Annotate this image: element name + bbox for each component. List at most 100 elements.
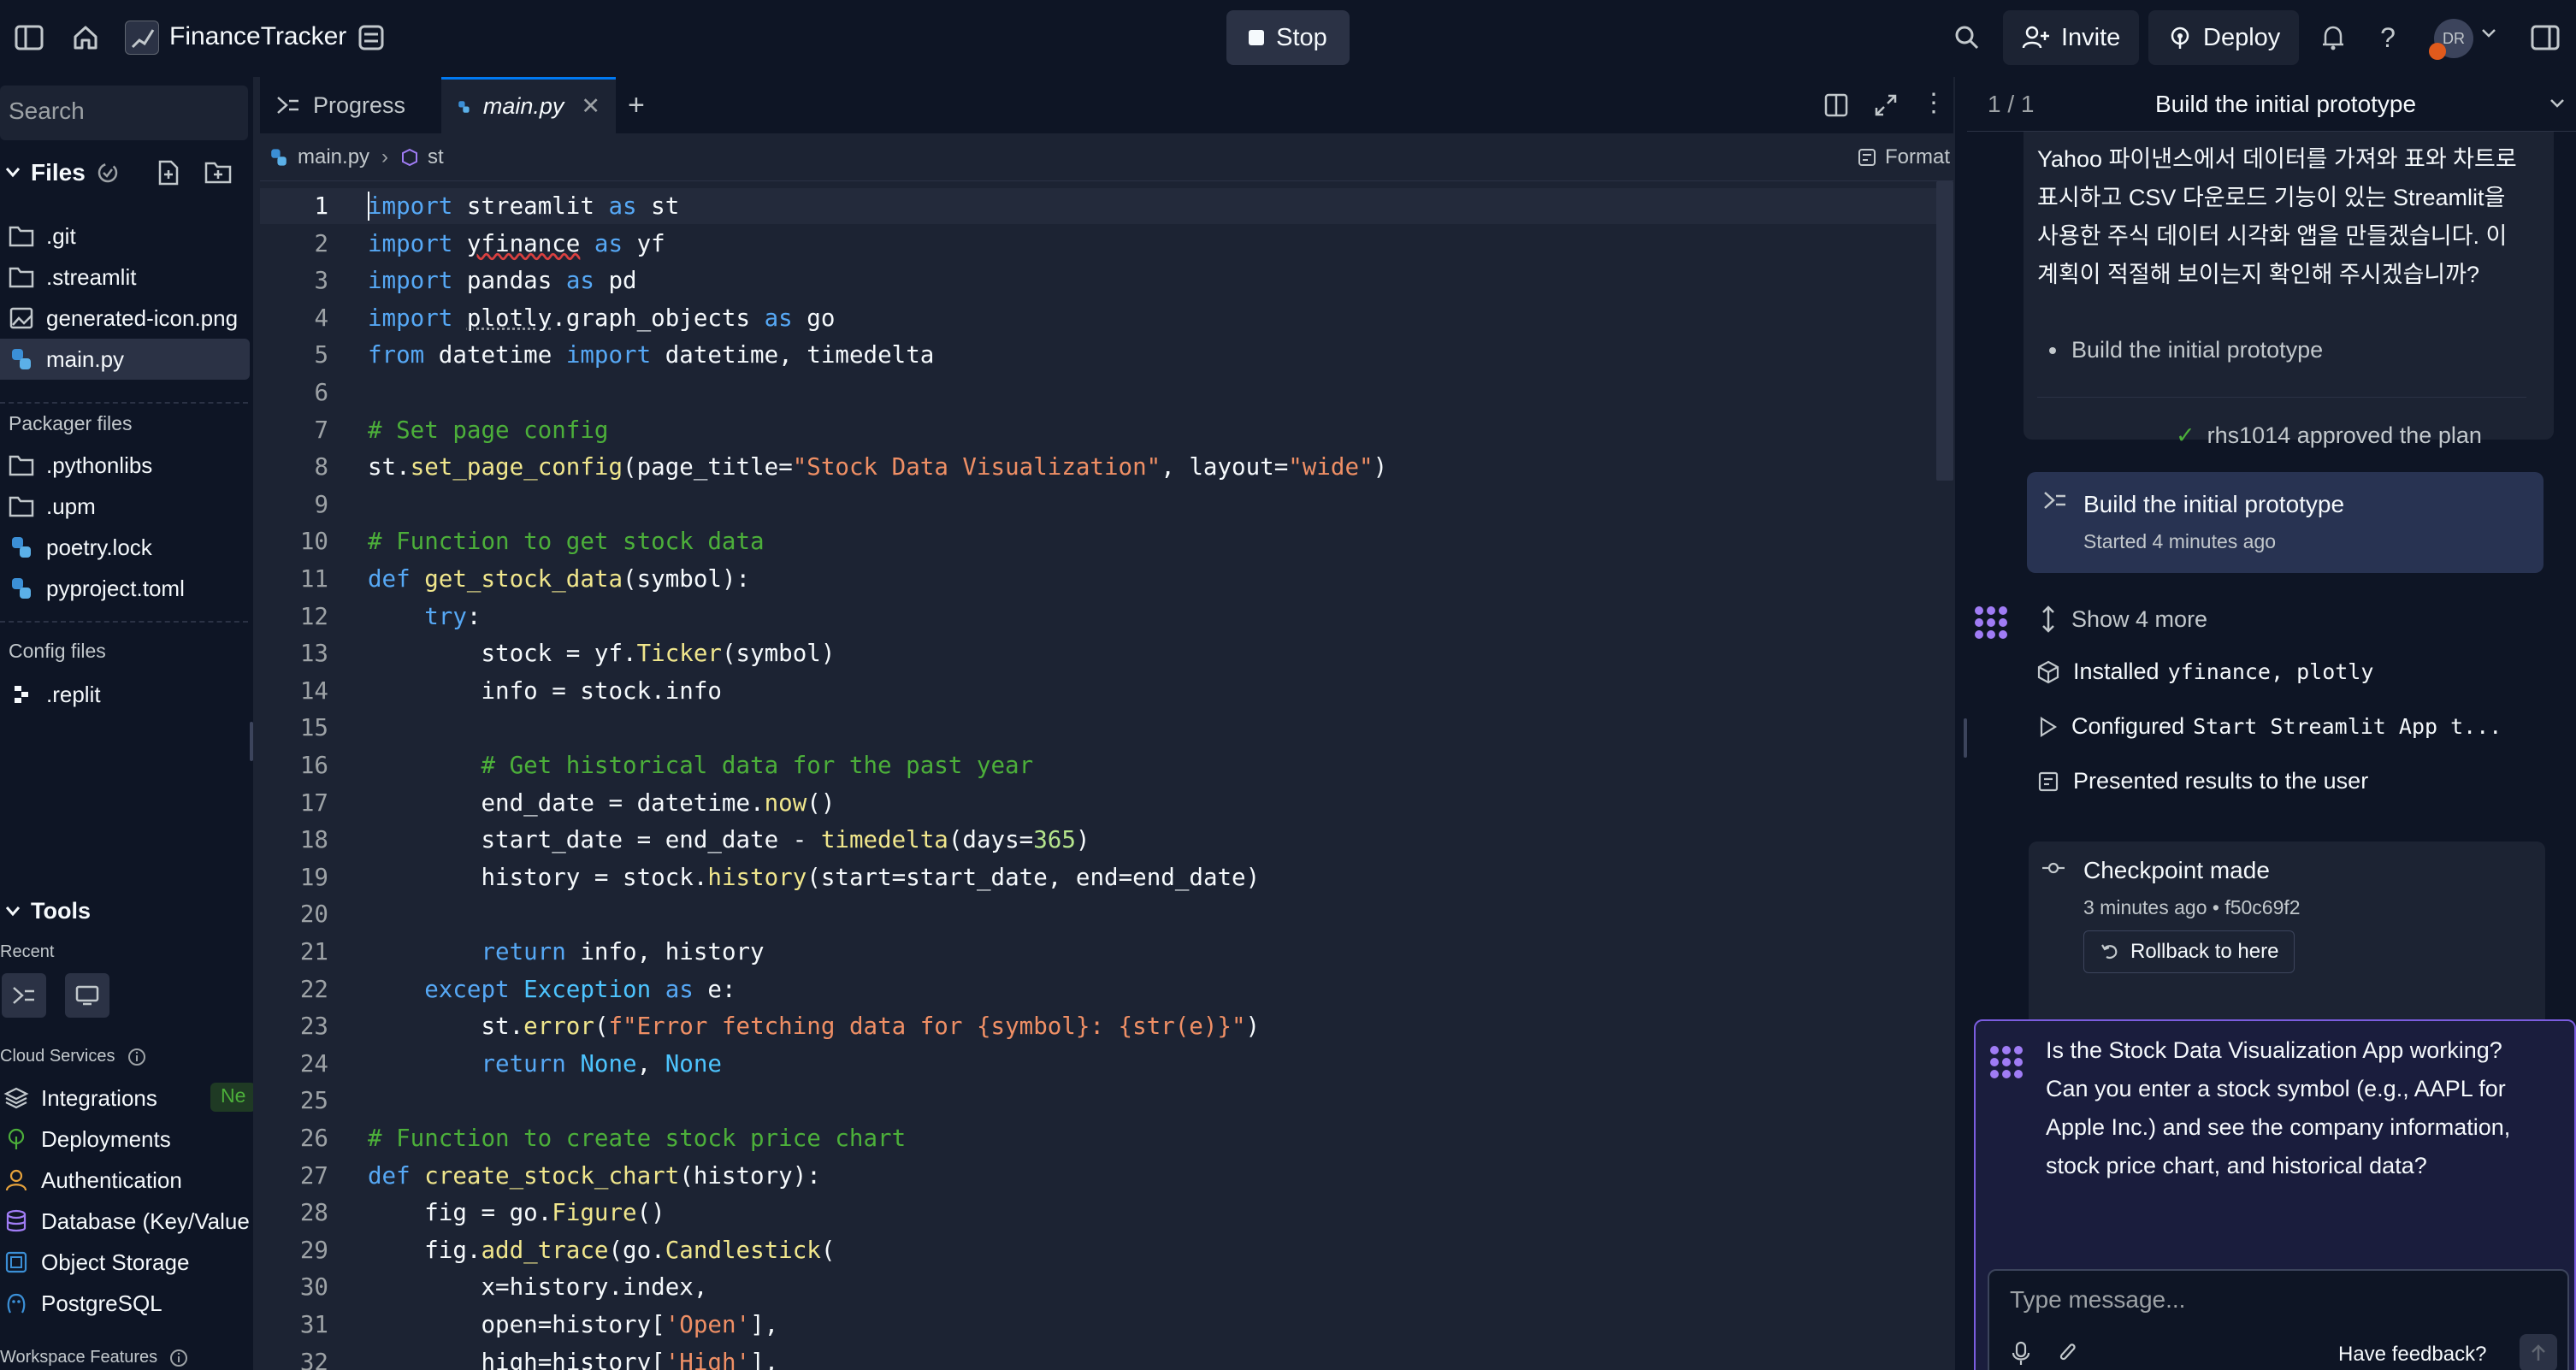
bell-icon[interactable]: [2314, 19, 2352, 56]
breadcrumb-symbol[interactable]: st: [428, 145, 444, 169]
files-section-header[interactable]: Files: [5, 159, 120, 186]
code-line[interactable]: 20: [260, 896, 1936, 932]
progress-icon: [13, 987, 34, 1004]
code-line[interactable]: 14 info = stock.info: [260, 673, 1936, 709]
deploy-button[interactable]: Deploy: [2148, 10, 2300, 65]
panel-toggle-icon[interactable]: [2526, 19, 2564, 56]
service-deployments[interactable]: Deployments: [0, 1119, 250, 1160]
editor-scrollbar[interactable]: [1936, 181, 1953, 481]
progress-icon: [2044, 492, 2065, 509]
code-line[interactable]: 11 def get_stock_data(symbol):: [260, 561, 1936, 597]
help-icon[interactable]: ?: [2369, 19, 2407, 56]
code-line[interactable]: 9: [260, 487, 1936, 523]
close-icon[interactable]: ✕: [581, 93, 600, 120]
code-line[interactable]: 31 open=history['Open'],: [260, 1307, 1936, 1343]
line-number: 23: [299, 1013, 328, 1041]
code-line[interactable]: 30 x=history.index,: [260, 1269, 1936, 1305]
service-database-kv[interactable]: Database (Key/Value: [0, 1201, 250, 1242]
code-line[interactable]: 15: [260, 710, 1936, 746]
file-item-generated-icon[interactable]: generated-icon.png: [0, 298, 250, 339]
cloud-services-header: Cloud Services: [0, 1047, 146, 1066]
code-line[interactable]: 4 import plotly.graph_objects as go: [260, 300, 1936, 336]
file-item-replit[interactable]: .replit: [0, 674, 250, 715]
file-item-git[interactable]: .git: [0, 216, 250, 257]
new-badge: Ne: [210, 1083, 253, 1112]
new-file-icon[interactable]: [156, 159, 181, 186]
file-item-pythonlibs[interactable]: .pythonlibs: [0, 445, 250, 486]
code-line[interactable]: 7 # Set page config: [260, 412, 1936, 448]
rollback-button[interactable]: Rollback to here: [2083, 930, 2295, 973]
code-line[interactable]: 12 try:: [260, 599, 1936, 635]
feedback-link[interactable]: Have feedback?: [2338, 1343, 2486, 1367]
sidebar-toggle-icon[interactable]: [10, 19, 48, 56]
tab-progress[interactable]: Progress: [260, 77, 441, 133]
code-line[interactable]: 23 st.error(f"Error fetching data for {s…: [260, 1008, 1936, 1044]
file-item-pyproject-toml[interactable]: pyproject.toml: [0, 568, 250, 609]
line-number: 4: [314, 304, 328, 332]
file-item-upm[interactable]: .upm: [0, 486, 250, 527]
code-line[interactable]: 1 import streamlit as st: [260, 188, 1936, 224]
search-icon[interactable]: [1948, 19, 1986, 56]
message-input[interactable]: Type message... Have feedback?: [1988, 1269, 2569, 1370]
line-number: 12: [299, 602, 328, 630]
code-line[interactable]: 13 stock = yf.Ticker(symbol): [260, 635, 1936, 671]
breadcrumb-file[interactable]: main.py: [298, 145, 369, 169]
service-authentication[interactable]: Authentication: [0, 1160, 250, 1201]
more-options-icon[interactable]: ⋮: [1921, 91, 1947, 116]
file-item-poetry-lock[interactable]: poetry.lock: [0, 527, 250, 568]
search-input[interactable]: Search: [0, 86, 248, 140]
code-line[interactable]: 16 # Get historical data for the past ye…: [260, 747, 1936, 783]
code-editor[interactable]: 1 import streamlit as st 2 import yfinance …: [260, 186, 1936, 1370]
file-item-main-py[interactable]: main.py: [0, 339, 250, 380]
recent-tool-webview[interactable]: [65, 973, 109, 1018]
code-line[interactable]: 32 high=history['High'],: [260, 1344, 1936, 1370]
code-line[interactable]: 25: [260, 1083, 1936, 1119]
app-name[interactable]: FinanceTracker: [169, 22, 346, 51]
python-icon: [458, 100, 470, 113]
code-line[interactable]: 5 from datetime import datetime, timedelt…: [260, 337, 1936, 373]
show-more-button[interactable]: Show 4 more: [2039, 605, 2207, 633]
format-icon: [1858, 149, 1876, 166]
expand-icon[interactable]: [1873, 92, 1899, 118]
config-files-header: Config files: [9, 640, 106, 662]
chevron-down-icon[interactable]: [2480, 27, 2497, 39]
service-object-storage[interactable]: Object Storage: [0, 1242, 250, 1283]
configured-item[interactable]: Configured Start Streamlit App t...: [2037, 713, 2502, 740]
code-line[interactable]: 29 fig.add_trace(go.Candlestick(: [260, 1232, 1936, 1268]
home-icon[interactable]: [67, 19, 104, 56]
new-folder-icon[interactable]: [204, 159, 233, 185]
file-item-streamlit[interactable]: .streamlit: [0, 257, 250, 298]
sidebar-resize-handle[interactable]: [250, 722, 253, 761]
code-line[interactable]: 26 # Function to create stock price chart: [260, 1120, 1936, 1156]
code-line[interactable]: 8 st.set_page_config(page_title="Stock Da…: [260, 449, 1936, 485]
code-line[interactable]: 21 return info, history: [260, 934, 1936, 970]
code-line[interactable]: 2 import yfinance as yf: [260, 226, 1936, 262]
service-postgresql[interactable]: PostgreSQL: [0, 1283, 250, 1324]
code-line[interactable]: 27 def create_stock_chart(history):: [260, 1158, 1936, 1194]
send-button[interactable]: [2520, 1334, 2557, 1370]
code-line[interactable]: 19 history = stock.history(start=start_d…: [260, 859, 1936, 895]
add-tab-icon[interactable]: +: [628, 89, 645, 122]
code-line[interactable]: 3 import pandas as pd: [260, 263, 1936, 298]
code-line[interactable]: 24 return None, None: [260, 1046, 1936, 1082]
installed-item[interactable]: Installed yfinance, plotly: [2037, 658, 2373, 685]
code-line[interactable]: 10 # Function to get stock data: [260, 523, 1936, 559]
format-button[interactable]: Format: [1858, 145, 1950, 169]
invite-button[interactable]: Invite: [2003, 10, 2140, 65]
code-line[interactable]: 28 fig = go.Figure(): [260, 1195, 1936, 1231]
split-view-icon[interactable]: [1823, 92, 1849, 118]
code-line[interactable]: 6: [260, 375, 1936, 410]
recent-tool-progress[interactable]: [2, 973, 46, 1018]
task-card[interactable]: Build the initial prototype Started 4 mi…: [2027, 472, 2544, 573]
code-line[interactable]: 22 except Exception as e:: [260, 971, 1936, 1007]
presented-item[interactable]: Presented results to the user: [2037, 768, 2368, 794]
tab-main-py[interactable]: main.py ✕: [441, 77, 616, 133]
avatar[interactable]: DR: [2429, 19, 2473, 60]
service-integrations[interactable]: Integrations Ne: [0, 1078, 253, 1119]
code-line[interactable]: 17 end_date = datetime.now(): [260, 785, 1936, 821]
stop-button[interactable]: Stop: [1226, 10, 1350, 65]
tools-section-header[interactable]: Tools: [5, 898, 91, 924]
deploy-icon: [8, 1128, 25, 1149]
app-menu-icon[interactable]: [352, 19, 390, 56]
code-line[interactable]: 18 start_date = end_date - timedelta(day…: [260, 822, 1936, 858]
